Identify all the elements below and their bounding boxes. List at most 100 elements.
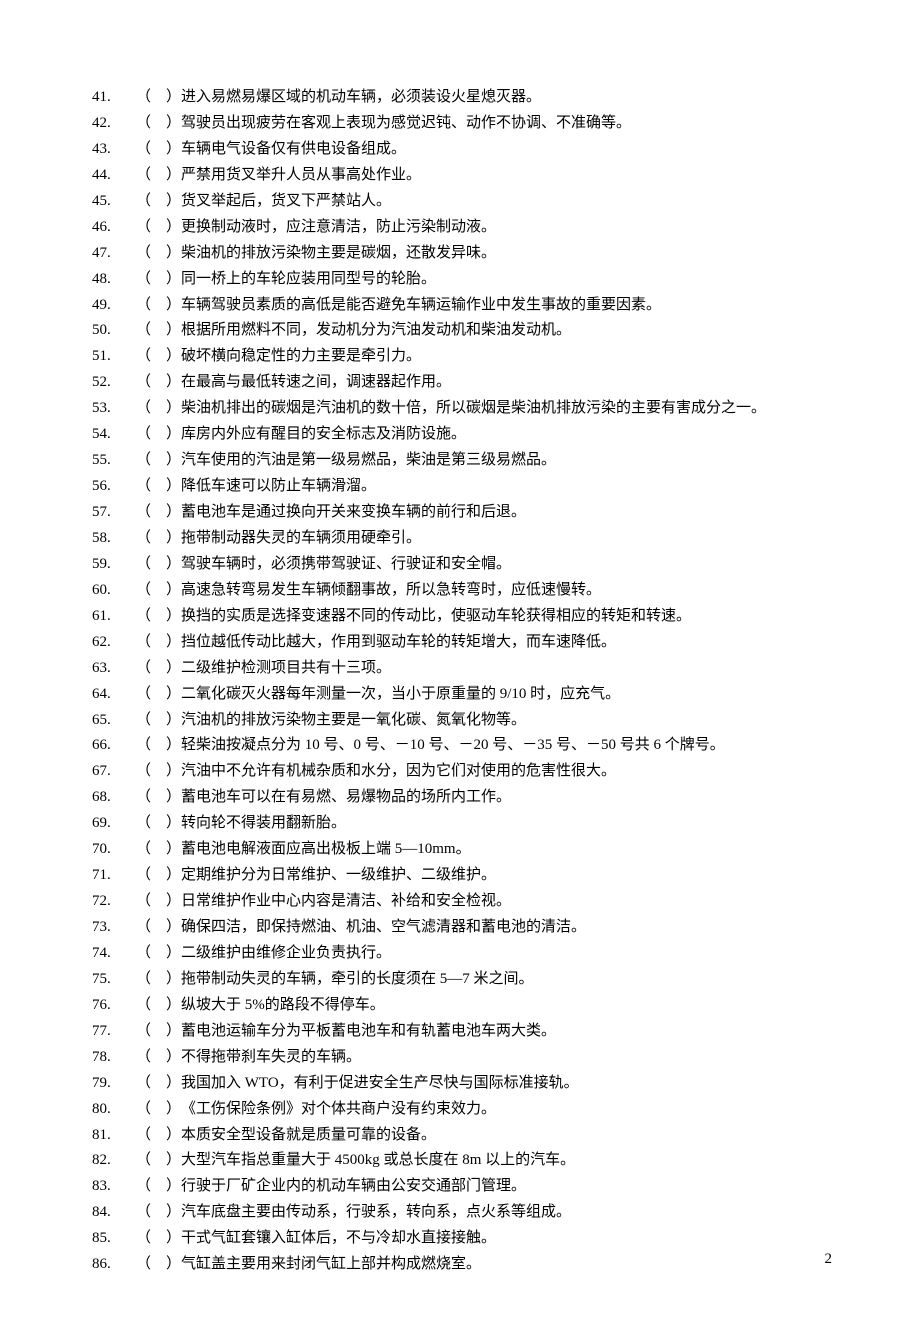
question-row: 77.（ ）蓄电池运输车分为平板蓄电池车和有轨蓄电池车两大类。	[92, 1019, 832, 1045]
question-row: 64.（ ）二氧化碳灭火器每年测量一次，当小于原重量的 9/10 时，应充气。	[92, 682, 832, 708]
answer-blank: （ ）	[136, 941, 181, 967]
question-text: 汽油中不允许有机械杂质和水分，因为它们对使用的危害性很大。	[181, 759, 832, 785]
question-row: 67.（ ）汽油中不允许有机械杂质和水分，因为它们对使用的危害性很大。	[92, 759, 832, 785]
question-row: 72.（ ）日常维护作业中心内容是清洁、补给和安全检视。	[92, 889, 832, 915]
question-number: 60.	[92, 578, 136, 604]
question-text: 货叉举起后，货叉下严禁站人。	[181, 189, 832, 215]
question-row: 47.（ ）柴油机的排放污染物主要是碳烟，还散发异味。	[92, 241, 832, 267]
question-number: 71.	[92, 863, 136, 889]
question-text: 日常维护作业中心内容是清洁、补给和安全检视。	[181, 889, 832, 915]
question-row: 41.（ ）进入易燃易爆区域的机动车辆，必须装设火星熄灭器。	[92, 85, 832, 111]
question-number: 43.	[92, 137, 136, 163]
question-row: 83.（ ）行驶于厂矿企业内的机动车辆由公安交通部门管理。	[92, 1174, 832, 1200]
question-text: 确保四洁，即保持燃油、机油、空气滤清器和蓄电池的清洁。	[181, 915, 832, 941]
question-text: 行驶于厂矿企业内的机动车辆由公安交通部门管理。	[181, 1174, 832, 1200]
question-number: 58.	[92, 526, 136, 552]
question-number: 41.	[92, 85, 136, 111]
question-number: 72.	[92, 889, 136, 915]
question-number: 83.	[92, 1174, 136, 1200]
question-row: 76.（ ）纵坡大于 5%的路段不得停车。	[92, 993, 832, 1019]
answer-blank: （ ）	[136, 578, 181, 604]
answer-blank: （ ）	[136, 215, 181, 241]
question-text: 我国加入 WTO，有利于促进安全生产尽快与国际标准接轨。	[181, 1071, 832, 1097]
question-number: 74.	[92, 941, 136, 967]
question-row: 85.（ ）干式气缸套镶入缸体后，不与冷却水直接接触。	[92, 1226, 832, 1252]
question-number: 56.	[92, 474, 136, 500]
answer-blank: （ ）	[136, 318, 181, 344]
answer-blank: （ ）	[136, 630, 181, 656]
question-number: 47.	[92, 241, 136, 267]
answer-blank: （ ）	[136, 1019, 181, 1045]
answer-blank: （ ）	[136, 811, 181, 837]
question-number: 78.	[92, 1045, 136, 1071]
question-row: 62.（ ）挡位越低传动比越大，作用到驱动车轮的转矩增大，而车速降低。	[92, 630, 832, 656]
question-number: 62.	[92, 630, 136, 656]
question-number: 51.	[92, 344, 136, 370]
answer-blank: （ ）	[136, 163, 181, 189]
question-text: 汽油机的排放污染物主要是一氧化碳、氮氧化物等。	[181, 708, 832, 734]
question-text: 驾驶员出现疲劳在客观上表现为感觉迟钝、动作不协调、不准确等。	[181, 111, 832, 137]
question-text: 降低车速可以防止车辆滑溜。	[181, 474, 832, 500]
question-text: 更换制动液时，应注意清洁，防止污染制动液。	[181, 215, 832, 241]
question-text: 蓄电池运输车分为平板蓄电池车和有轨蓄电池车两大类。	[181, 1019, 832, 1045]
question-row: 73.（ ）确保四洁，即保持燃油、机油、空气滤清器和蓄电池的清洁。	[92, 915, 832, 941]
question-number: 45.	[92, 189, 136, 215]
question-row: 70.（ ）蓄电池电解液面应高出极板上端 5—10mm。	[92, 837, 832, 863]
answer-blank: （ ）	[136, 344, 181, 370]
question-number: 49.	[92, 293, 136, 319]
question-row: 80.（ ）《工伤保险条例》对个体共商户没有约束效力。	[92, 1097, 832, 1123]
answer-blank: （ ）	[136, 448, 181, 474]
answer-blank: （ ）	[136, 474, 181, 500]
question-row: 60.（ ）高速急转弯易发生车辆倾翻事故，所以急转弯时，应低速慢转。	[92, 578, 832, 604]
question-number: 77.	[92, 1019, 136, 1045]
question-number: 44.	[92, 163, 136, 189]
answer-blank: （ ）	[136, 111, 181, 137]
question-row: 59.（ ）驾驶车辆时，必须携带驾驶证、行驶证和安全帽。	[92, 552, 832, 578]
answer-blank: （ ）	[136, 708, 181, 734]
question-number: 76.	[92, 993, 136, 1019]
answer-blank: （ ）	[136, 422, 181, 448]
question-row: 45.（ ）货叉举起后，货叉下严禁站人。	[92, 189, 832, 215]
question-number: 68.	[92, 785, 136, 811]
question-number: 53.	[92, 396, 136, 422]
answer-blank: （ ）	[136, 552, 181, 578]
question-row: 65.（ ）汽油机的排放污染物主要是一氧化碳、氮氧化物等。	[92, 708, 832, 734]
answer-blank: （ ）	[136, 396, 181, 422]
question-text: 车辆驾驶员素质的高低是能否避免车辆运输作业中发生事故的重要因素。	[181, 293, 832, 319]
question-text: 纵坡大于 5%的路段不得停车。	[181, 993, 832, 1019]
answer-blank: （ ）	[136, 293, 181, 319]
answer-blank: （ ）	[136, 682, 181, 708]
question-text: 柴油机的排放污染物主要是碳烟，还散发异味。	[181, 241, 832, 267]
question-row: 61.（ ）换挡的实质是选择变速器不同的传动比，使驱动车轮获得相应的转矩和转速。	[92, 604, 832, 630]
answer-blank: （ ）	[136, 993, 181, 1019]
answer-blank: （ ）	[136, 1148, 181, 1174]
question-number: 79.	[92, 1071, 136, 1097]
question-number: 55.	[92, 448, 136, 474]
question-number: 85.	[92, 1226, 136, 1252]
answer-blank: （ ）	[136, 967, 181, 993]
question-number: 61.	[92, 604, 136, 630]
question-number: 80.	[92, 1097, 136, 1123]
question-number: 64.	[92, 682, 136, 708]
question-text: 挡位越低传动比越大，作用到驱动车轮的转矩增大，而车速降低。	[181, 630, 832, 656]
question-text: 在最高与最低转速之间，调速器起作用。	[181, 370, 832, 396]
question-row: 44.（ ）严禁用货叉举升人员从事高处作业。	[92, 163, 832, 189]
question-number: 69.	[92, 811, 136, 837]
question-text: 气缸盖主要用来封闭气缸上部并构成燃烧室。	[181, 1252, 832, 1278]
question-row: 43.（ ）车辆电气设备仅有供电设备组成。	[92, 137, 832, 163]
question-text: 轻柴油按凝点分为 10 号、0 号、－10 号、－20 号、－35 号、－50 …	[181, 733, 832, 759]
answer-blank: （ ）	[136, 837, 181, 863]
question-number: 70.	[92, 837, 136, 863]
question-row: 54.（ ）库房内外应有醒目的安全标志及消防设施。	[92, 422, 832, 448]
question-number: 66.	[92, 733, 136, 759]
question-text: 拖带制动器失灵的车辆须用硬牵引。	[181, 526, 832, 552]
answer-blank: （ ）	[136, 85, 181, 111]
answer-blank: （ ）	[136, 1174, 181, 1200]
question-text: 驾驶车辆时，必须携带驾驶证、行驶证和安全帽。	[181, 552, 832, 578]
answer-blank: （ ）	[136, 759, 181, 785]
question-text: 蓄电池电解液面应高出极板上端 5—10mm。	[181, 837, 832, 863]
question-text: 蓄电池车是通过换向开关来变换车辆的前行和后退。	[181, 500, 832, 526]
question-text: 进入易燃易爆区域的机动车辆，必须装设火星熄灭器。	[181, 85, 832, 111]
question-text: 大型汽车指总重量大于 4500kg 或总长度在 8m 以上的汽车。	[181, 1148, 832, 1174]
question-row: 86.（ ）气缸盖主要用来封闭气缸上部并构成燃烧室。	[92, 1252, 832, 1278]
